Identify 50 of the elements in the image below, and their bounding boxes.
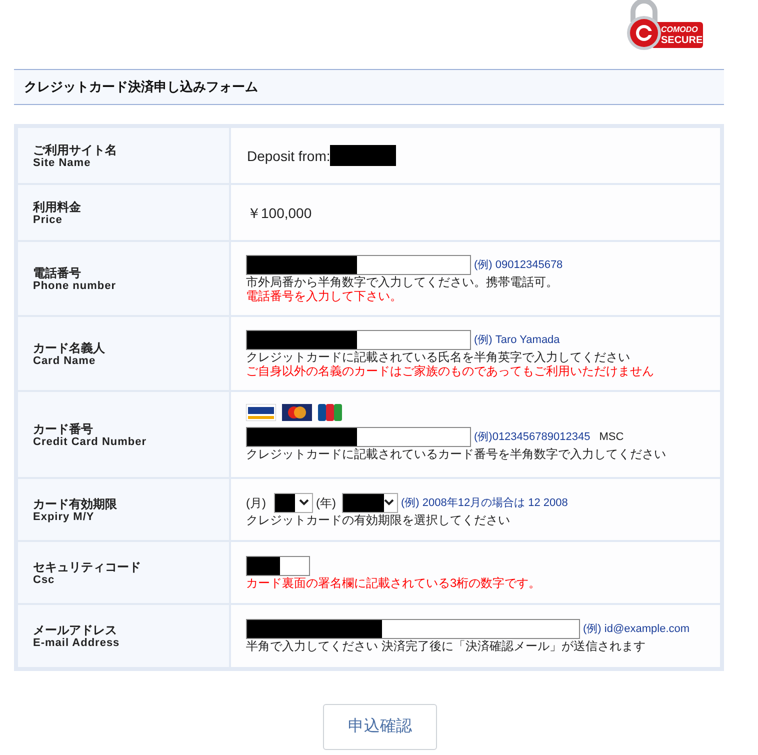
- example-text: (例) 09012345678: [474, 258, 563, 272]
- field-label: ご利用サイト名: [33, 144, 118, 156]
- input-field[interactable]: [246, 254, 471, 274]
- dropdown-caret-icon: [384, 499, 394, 506]
- example-text: (例) Taro Yamada: [474, 332, 560, 346]
- input-field[interactable]: [246, 427, 471, 447]
- field-label: (月): [246, 496, 266, 510]
- field-label: カード番号: [33, 422, 94, 436]
- example-text: (例) id@example.com: [583, 622, 690, 636]
- field-label: E-mail Address: [33, 637, 121, 650]
- jcb-card-icon: [318, 404, 342, 421]
- field-label: Phone number: [33, 280, 118, 292]
- example-text: (例)0123456789012345: [474, 430, 590, 444]
- logo-text: SECURE: [661, 35, 703, 46]
- select-field[interactable]: [274, 492, 313, 512]
- example-text: (例) 2008年12月の場合は 12 2008: [401, 496, 568, 510]
- field-label: カード有効期限: [33, 498, 118, 510]
- field-value: Deposit from:: [247, 148, 330, 162]
- field-label: カード名義人: [33, 342, 106, 354]
- help-text: ご自身以外の名義のカードはご家族のものであってもご利用いただけません: [246, 364, 655, 378]
- example-text: MSC: [599, 430, 624, 444]
- help-text: カード裏面の署名欄に記載されている3桁の数字です。: [246, 576, 542, 590]
- form-title: クレジットカード決済申し込みフォーム: [24, 78, 258, 96]
- field-label: Card Name: [33, 354, 97, 368]
- field-label: Price: [33, 214, 64, 226]
- input-field[interactable]: [246, 556, 310, 576]
- help-text: クレジットカードの有効期限を選択してください: [246, 512, 511, 526]
- field-label: Csc: [33, 574, 56, 586]
- help-text: 半角で入力してください 決済完了後に「決済確認メール」が送信されます: [246, 639, 646, 653]
- logo-text: COMODO: [661, 24, 699, 35]
- input-field[interactable]: [246, 330, 471, 350]
- field-label: Expiry M/Y: [33, 510, 96, 524]
- field-label: 電話番号: [33, 266, 82, 280]
- field-label: Credit Card Number: [33, 436, 148, 448]
- field-label: (年): [316, 496, 336, 510]
- help-text: クレジットカードに記載されているカード番号を半角数字で入力してください: [246, 447, 667, 461]
- field-label: メールアドレス: [33, 624, 118, 637]
- confirm-button[interactable]: 申込確認: [323, 704, 437, 750]
- field-value: ￥100,000: [247, 206, 312, 220]
- mastercard-icon: [282, 404, 312, 421]
- field-label: 利用料金: [33, 200, 82, 214]
- input-field[interactable]: [246, 619, 580, 639]
- help-text: 市外局番から半角数字で入力してください。携帯電話可。: [246, 274, 559, 288]
- field-label: Site Name: [33, 156, 92, 170]
- dropdown-caret-icon: [299, 499, 309, 506]
- select-field[interactable]: [342, 492, 398, 512]
- help-text: クレジットカードに記載されている氏名を半角英字で入力してください: [246, 350, 631, 364]
- help-text: 電話番号を入力して下さい。: [246, 288, 403, 302]
- visa-card-icon: [246, 404, 276, 421]
- field-label: セキュリティコード: [33, 560, 142, 574]
